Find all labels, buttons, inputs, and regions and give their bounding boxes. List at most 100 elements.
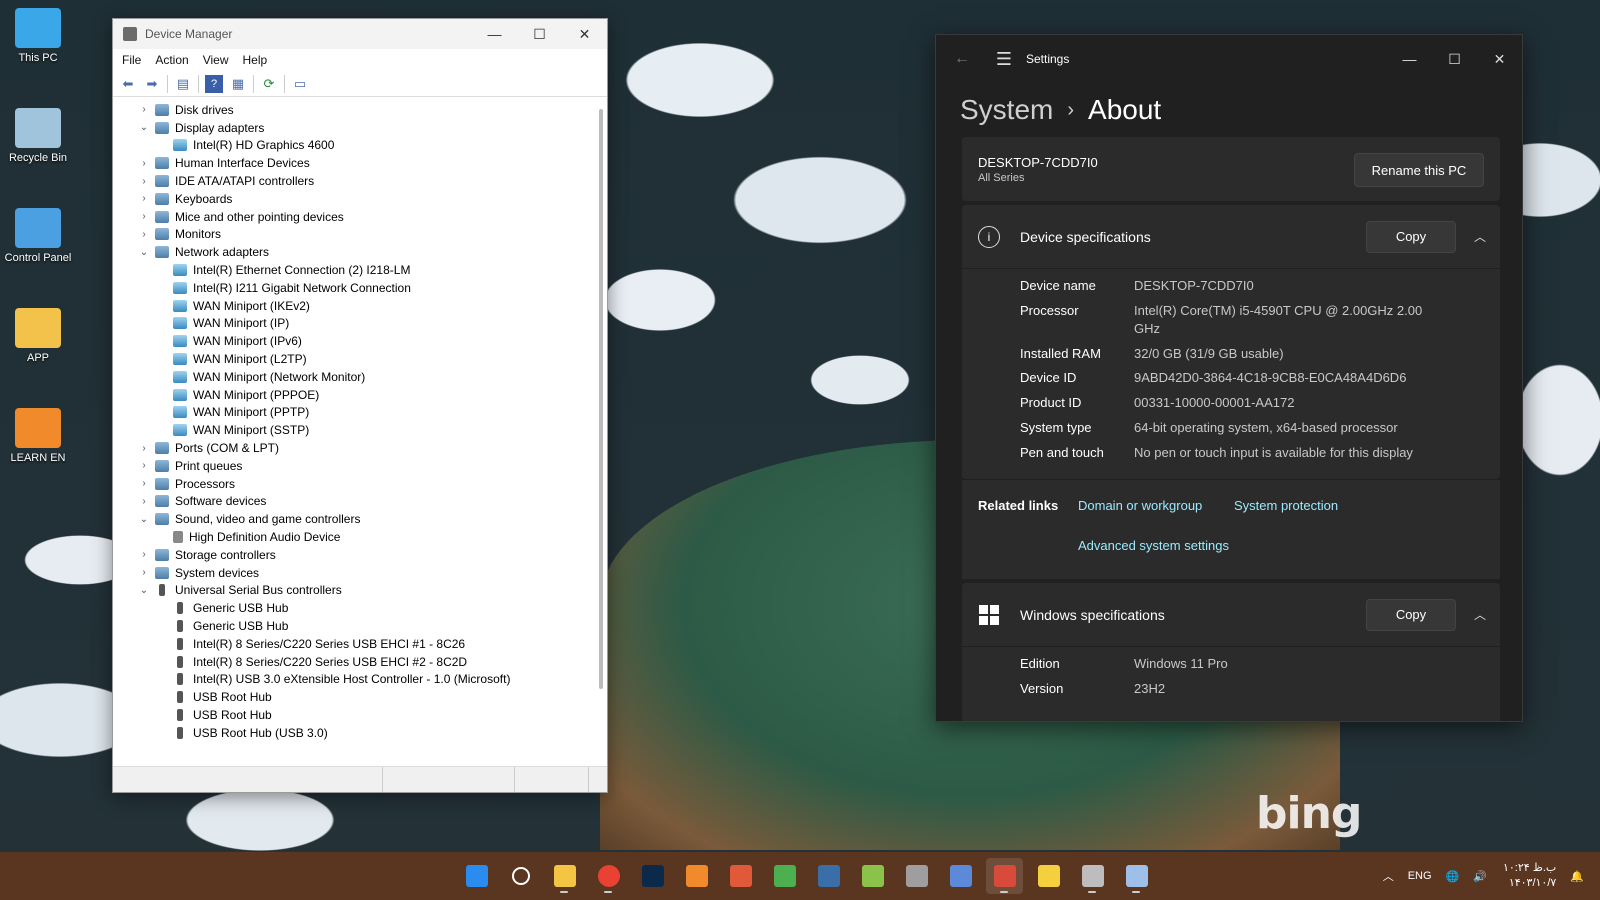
app-icon-9[interactable] bbox=[810, 858, 847, 894]
copy-windows-specs-button[interactable]: Copy bbox=[1366, 598, 1456, 631]
start-icon[interactable] bbox=[458, 858, 495, 894]
tree-category[interactable]: ⌄ Sound, video and game controllers bbox=[113, 510, 607, 528]
tree-category[interactable]: › Ports (COM & LPT) bbox=[113, 439, 607, 457]
language-indicator[interactable]: ENG bbox=[1408, 870, 1432, 882]
app-icon-8[interactable] bbox=[766, 858, 803, 894]
tree-device[interactable]: USB Root Hub (USB 3.0) bbox=[113, 724, 607, 742]
desktop-icon[interactable]: LEARN EN bbox=[0, 408, 76, 464]
maximize-button[interactable]: ☐ bbox=[517, 19, 562, 49]
help-icon[interactable]: ? bbox=[205, 74, 223, 93]
chevron-right-icon[interactable]: › bbox=[137, 158, 151, 169]
chevron-up-icon[interactable]: ︿ bbox=[1474, 228, 1486, 245]
chevron-up-icon[interactable]: ︿ bbox=[1474, 606, 1486, 623]
tree-device[interactable]: WAN Miniport (IP) bbox=[113, 315, 607, 333]
tree-device[interactable]: High Definition Audio Device bbox=[113, 528, 607, 546]
rename-pc-button[interactable]: Rename this PC bbox=[1354, 153, 1484, 187]
tree-device[interactable]: WAN Miniport (Network Monitor) bbox=[113, 368, 607, 386]
maximize-button[interactable]: ☐ bbox=[1432, 35, 1477, 83]
domain-workgroup-link[interactable]: Domain or workgroup bbox=[1078, 498, 1202, 513]
tree-device[interactable]: Generic USB Hub bbox=[113, 617, 607, 635]
back-arrow-icon[interactable]: ⬅ bbox=[119, 75, 137, 93]
scan-hardware-icon[interactable]: ⟳ bbox=[260, 75, 278, 93]
tree-category[interactable]: › System devices bbox=[113, 564, 607, 582]
clock[interactable]: ۱۰:۲۴ ب.ظ ۱۴۰۳/۱۰/۷ bbox=[1503, 861, 1556, 891]
settings-titlebar[interactable]: ← ☰ Settings — ☐ ✕ bbox=[936, 35, 1522, 83]
photoshop-icon[interactable] bbox=[634, 858, 671, 894]
speaker-icon[interactable]: 🔊 bbox=[1473, 870, 1487, 883]
tree-device[interactable]: USB Root Hub bbox=[113, 706, 607, 724]
tree-category[interactable]: › Keyboards bbox=[113, 190, 607, 208]
tree-device[interactable]: USB Root Hub bbox=[113, 688, 607, 706]
app-icon-10[interactable] bbox=[854, 858, 891, 894]
menu-help[interactable]: Help bbox=[243, 53, 268, 67]
bell-icon[interactable]: 🔔 bbox=[1570, 870, 1584, 883]
search-icon[interactable] bbox=[502, 858, 539, 894]
tree-device[interactable]: WAN Miniport (IPv6) bbox=[113, 332, 607, 350]
advanced-system-settings-link[interactable]: Advanced system settings bbox=[1078, 538, 1229, 553]
chevron-right-icon[interactable]: › bbox=[137, 478, 151, 489]
close-button[interactable]: ✕ bbox=[1477, 35, 1522, 83]
tree-category[interactable]: ⌄ Display adapters bbox=[113, 119, 607, 137]
chevron-right-icon[interactable]: › bbox=[137, 104, 151, 115]
tree-category[interactable]: › Print queues bbox=[113, 457, 607, 475]
tree-category[interactable]: › Software devices bbox=[113, 493, 607, 511]
tree-device[interactable]: Intel(R) USB 3.0 eXtensible Host Control… bbox=[113, 671, 607, 689]
chrome-icon[interactable] bbox=[590, 858, 627, 894]
chevron-right-icon[interactable]: › bbox=[137, 496, 151, 507]
device-tree[interactable]: › Disk drives ⌄ Display adapters Intel(R) HD… bbox=[113, 99, 607, 766]
menu-file[interactable]: File bbox=[122, 53, 141, 67]
breadcrumb-system[interactable]: System bbox=[960, 94, 1053, 126]
tree-device[interactable]: Intel(R) HD Graphics 4600 bbox=[113, 137, 607, 155]
chevron-down-icon[interactable]: ⌄ bbox=[137, 247, 151, 258]
tree-device[interactable]: Intel(R) Ethernet Connection (2) I218-LM bbox=[113, 261, 607, 279]
app-icon-15[interactable] bbox=[1074, 858, 1111, 894]
desktop-icon[interactable]: APP bbox=[0, 308, 76, 364]
desktop-icon[interactable]: Recycle Bin bbox=[0, 108, 76, 164]
tree-device[interactable]: WAN Miniport (L2TP) bbox=[113, 350, 607, 368]
app-icon-14[interactable] bbox=[1030, 858, 1067, 894]
tree-device[interactable]: WAN Miniport (PPPOE) bbox=[113, 386, 607, 404]
copy-device-specs-button[interactable]: Copy bbox=[1366, 220, 1456, 253]
device-specifications-header[interactable]: i Device specifications Copy ︿ bbox=[962, 205, 1500, 269]
chevron-down-icon[interactable]: ⌄ bbox=[137, 585, 151, 596]
desktop-icon[interactable]: Control Panel bbox=[0, 208, 76, 264]
system-protection-link[interactable]: System protection bbox=[1234, 498, 1338, 513]
tree-category[interactable]: › Processors bbox=[113, 475, 607, 493]
back-arrow-icon[interactable]: ← bbox=[954, 50, 984, 68]
tree-category[interactable]: › IDE ATA/ATAPI controllers bbox=[113, 172, 607, 190]
windows-specifications-header[interactable]: Windows specifications Copy ︿ bbox=[962, 583, 1500, 647]
tree-scrollbar[interactable] bbox=[599, 109, 603, 689]
tree-category[interactable]: ⌄ Network adapters bbox=[113, 243, 607, 261]
tree-category[interactable]: › Monitors bbox=[113, 226, 607, 244]
device-manager-taskbar-icon[interactable] bbox=[986, 858, 1023, 894]
tree-category[interactable]: › Human Interface Devices bbox=[113, 154, 607, 172]
show-hide-console-tree-icon[interactable]: ▤ bbox=[174, 75, 192, 93]
chevron-right-icon[interactable]: › bbox=[137, 549, 151, 560]
chevron-down-icon[interactable]: ⌄ bbox=[137, 122, 151, 133]
tree-category[interactable]: › Mice and other pointing devices bbox=[113, 208, 607, 226]
tree-category[interactable]: › Storage controllers bbox=[113, 546, 607, 564]
chevron-up-icon[interactable]: ︿ bbox=[1383, 868, 1394, 884]
tree-device[interactable]: Generic USB Hub bbox=[113, 599, 607, 617]
minimize-button[interactable]: — bbox=[472, 19, 517, 49]
app-icon-7[interactable] bbox=[722, 858, 759, 894]
close-button[interactable]: ✕ bbox=[562, 19, 607, 49]
hamburger-menu-icon[interactable]: ☰ bbox=[984, 49, 1024, 70]
tree-device[interactable]: Intel(R) 8 Series/C220 Series USB EHCI #… bbox=[113, 653, 607, 671]
tree-device[interactable]: Intel(R) 8 Series/C220 Series USB EHCI #… bbox=[113, 635, 607, 653]
desktop-icon[interactable]: This PC bbox=[0, 8, 76, 64]
chevron-right-icon[interactable]: › bbox=[137, 443, 151, 454]
app-icon-11[interactable] bbox=[898, 858, 935, 894]
device-manager-window[interactable]: Device Manager — ☐ ✕ File Action View He… bbox=[112, 18, 608, 793]
chevron-right-icon[interactable]: › bbox=[137, 193, 151, 204]
settings-window[interactable]: ← ☰ Settings — ☐ ✕ System › About DESKTO… bbox=[935, 34, 1523, 722]
forward-arrow-icon[interactable]: ➡ bbox=[143, 75, 161, 93]
tree-category[interactable]: › Disk drives bbox=[113, 101, 607, 119]
menu-view[interactable]: View bbox=[203, 53, 229, 67]
chevron-down-icon[interactable]: ⌄ bbox=[137, 514, 151, 525]
chevron-right-icon[interactable]: › bbox=[137, 176, 151, 187]
chevron-right-icon[interactable]: › bbox=[137, 211, 151, 222]
app-icon-12[interactable] bbox=[942, 858, 979, 894]
tree-device[interactable]: WAN Miniport (IKEv2) bbox=[113, 297, 607, 315]
monitor-icon[interactable]: ▭ bbox=[291, 75, 309, 93]
